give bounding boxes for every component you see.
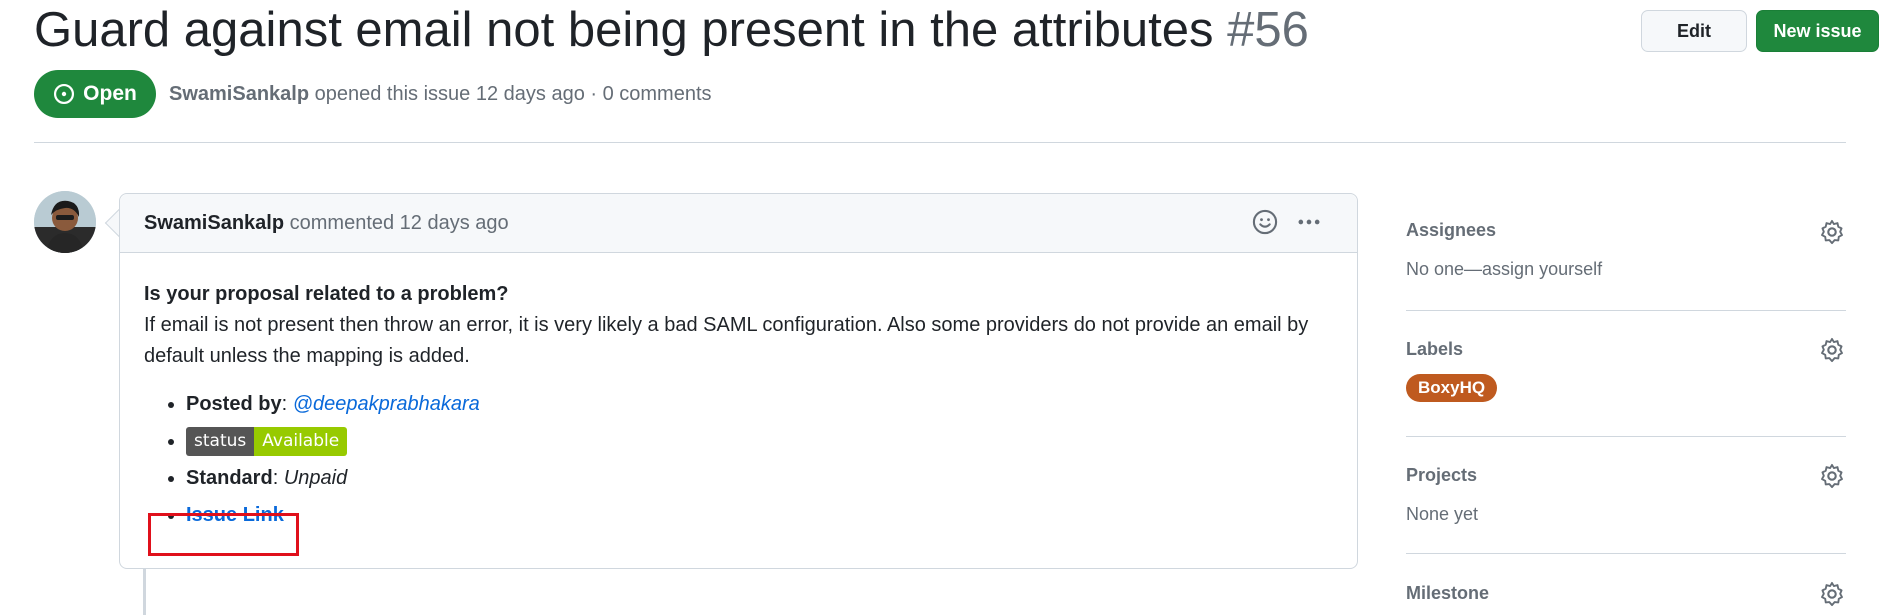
posted-by-link[interactable]: @deepakprabhakara: [293, 393, 480, 415]
comment-text: If email is not present then throw an er…: [144, 314, 1309, 367]
gear-icon[interactable]: [1818, 580, 1846, 608]
list-item-status-badge: status Available: [186, 425, 1333, 458]
comment-author-link[interactable]: SwamiSankalp: [144, 212, 284, 234]
sidebar: Assignees No one—assign yourself Labels …: [1406, 190, 1846, 614]
state-label: Open: [83, 82, 137, 105]
issue-title: Guard against email not being present in…: [34, 2, 1309, 58]
avatar-image: [34, 191, 96, 253]
issue-meta-suffix: opened this issue 12 days ago · 0 commen…: [314, 82, 712, 105]
issue-header: Guard against email not being present in…: [34, 0, 1879, 64]
issue-title-text: Guard against email not being present in…: [34, 3, 1214, 57]
projects-value: None yet: [1406, 504, 1479, 524]
list-item-issue-link: Issue Link: [186, 499, 1333, 532]
posted-by-label: Posted by: [186, 393, 282, 415]
assignees-value[interactable]: No one—assign yourself: [1406, 259, 1846, 280]
comment-body: Is your proposal related to a problem? I…: [120, 253, 1357, 562]
issue-link-highlight: [148, 513, 299, 556]
sidebar-labels: Labels BoxyHQ: [1406, 311, 1846, 437]
issue-number: #56: [1227, 3, 1309, 57]
comment-header: SwamiSankalp commented 12 days ago: [120, 194, 1357, 253]
comment-question: Is your proposal related to a problem?: [144, 283, 509, 305]
gear-icon[interactable]: [1818, 462, 1846, 490]
assignees-heading: Assignees: [1406, 220, 1497, 240]
standard-label: Standard: [186, 467, 273, 489]
comment-card: SwamiSankalp commented 12 days ago Is yo…: [119, 193, 1358, 569]
labels-list: BoxyHQ: [1406, 374, 1846, 402]
issue-opened-icon: [54, 83, 75, 105]
state-badge: Open: [34, 70, 156, 118]
issue-meta: Open SwamiSankalp opened this issue 12 d…: [34, 69, 712, 119]
list-item-standard: Standard: Unpaid: [186, 462, 1333, 495]
comment-list: Posted by: @deepakprabhakara status Avai…: [144, 388, 1333, 532]
issue-meta-text: SwamiSankalp opened this issue 12 days a…: [169, 83, 712, 106]
edit-button[interactable]: Edit: [1641, 10, 1747, 52]
comment-actions: [1251, 208, 1323, 236]
comment-meta-text: commented 12 days ago: [289, 211, 509, 234]
header-divider: [34, 142, 1846, 143]
status-badge-right: Available: [254, 427, 348, 457]
sidebar-assignees: Assignees No one—assign yourself: [1406, 190, 1846, 311]
new-issue-button[interactable]: New issue: [1756, 10, 1879, 52]
sidebar-projects: Projects None yet: [1406, 437, 1846, 554]
list-item-posted-by: Posted by: @deepakprabhakara: [186, 388, 1333, 421]
labels-heading: Labels: [1406, 339, 1464, 359]
standard-value: Unpaid: [283, 467, 348, 489]
projects-heading: Projects: [1406, 465, 1478, 485]
status-badge[interactable]: status Available: [186, 427, 348, 457]
gear-icon[interactable]: [1818, 218, 1846, 246]
avatar[interactable]: [34, 191, 96, 253]
issue-author-link[interactable]: SwamiSankalp: [169, 83, 309, 105]
status-badge-left: status: [186, 427, 255, 457]
smiley-icon[interactable]: [1251, 208, 1279, 236]
kebab-horizontal-icon[interactable]: [1295, 208, 1323, 236]
label-pill[interactable]: BoxyHQ: [1406, 374, 1498, 402]
gear-icon[interactable]: [1818, 336, 1846, 364]
timeline-line: [143, 569, 146, 615]
comment-meta: SwamiSankalp commented 12 days ago: [144, 212, 509, 235]
sidebar-milestone: Milestone: [1406, 554, 1846, 614]
milestone-heading: Milestone: [1406, 583, 1490, 603]
